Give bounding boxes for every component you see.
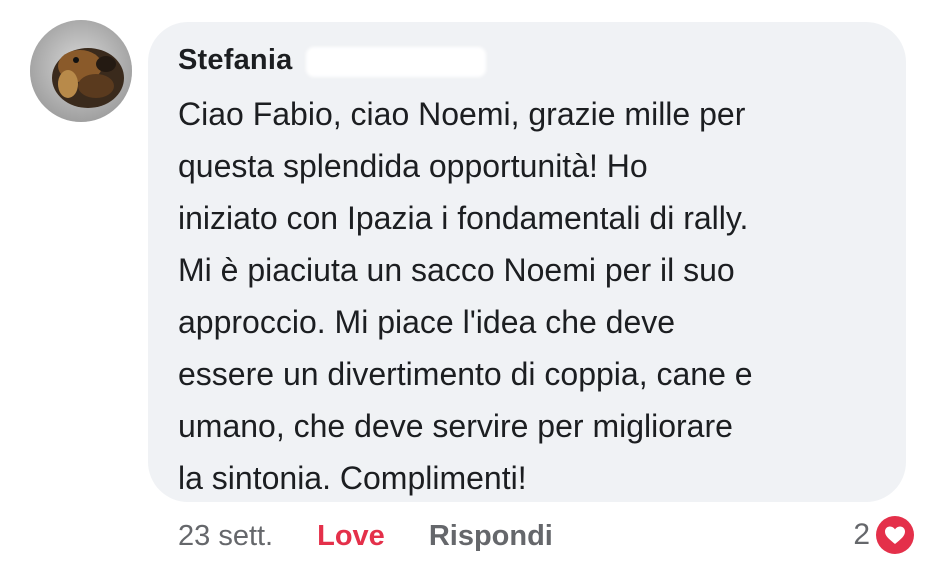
redacted-surname [306, 47, 487, 77]
comment-author[interactable]: Stefania [178, 44, 292, 77]
comment-actions: 23 sett. Love Rispondi [178, 514, 553, 558]
reaction-summary[interactable]: 2 [853, 512, 916, 558]
avatar-photo [30, 20, 132, 122]
avatar[interactable] [30, 20, 132, 122]
comment-container: Stefania Ciao Fabio, ciao Noemi, grazie … [0, 0, 946, 569]
heart-icon [874, 514, 916, 556]
author-row: Stefania [178, 40, 487, 80]
reaction-count: 2 [853, 518, 870, 551]
comment-text: Ciao Fabio, ciao Noemi, grazie mille per… [178, 96, 753, 496]
reply-button[interactable]: Rispondi [429, 520, 553, 553]
comment-timestamp[interactable]: 23 sett. [178, 520, 273, 553]
love-button[interactable]: Love [317, 520, 385, 553]
